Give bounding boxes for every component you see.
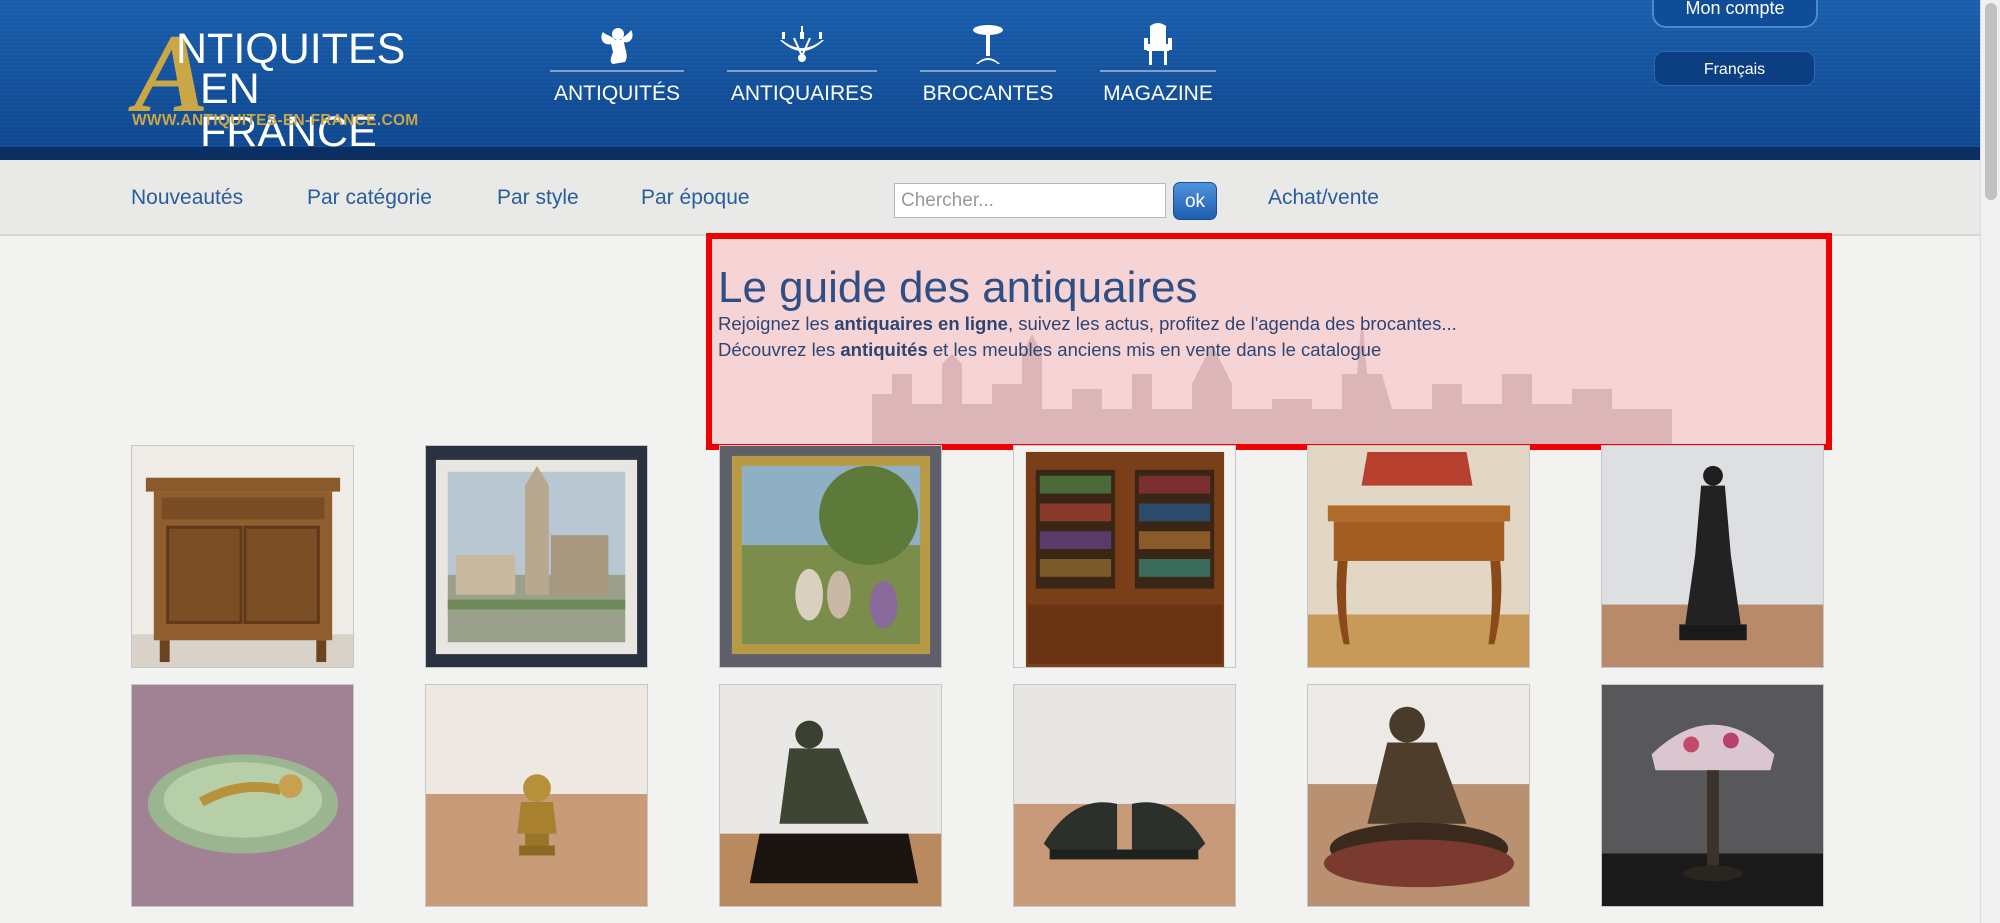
nav-antiquites[interactable]: ANTIQUITÉS [550,22,684,106]
garden-painting-image [720,446,941,667]
church-painting-image [426,446,647,667]
logo-url: WWW.ANTIQUITES-EN-FRANCE.COM [132,112,419,129]
hero-line2: Découvrez les antiquités et les meubles … [718,339,1381,361]
subnav-nouveautes[interactable]: Nouveautés [131,186,243,210]
nav-antiquaires-label: ANTIQUAIRES [730,82,874,105]
logo-line2: EN FRANCE [200,65,377,156]
product-thumb-wooden-cabinet[interactable] [131,445,354,668]
cherub-icon [601,28,633,64]
hero-line1: Rejoignez les antiquaires en ligne, suiv… [718,313,1457,335]
armchair-icon [1144,23,1172,65]
pedestal-table-icon [973,25,1003,64]
product-thumb-bronze-bust[interactable] [425,684,648,907]
hero-link-antiquites[interactable]: antiquités [840,339,927,360]
product-thumb-onyx-dish[interactable] [131,684,354,907]
product-grid [131,445,1824,923]
nav-rule [1100,70,1216,72]
subnav-par-categorie[interactable]: Par catégorie [307,186,432,210]
product-thumb-writing-desk[interactable] [1307,445,1530,668]
nav-rule [727,70,877,72]
hero-line1-text: Rejoignez les [718,313,835,334]
venus-statue-image [1602,446,1823,667]
product-thumb-seated-faun-sculpture[interactable] [719,684,942,907]
vertical-scrollbar[interactable] [1980,0,2000,923]
onyx-dish-image [132,685,353,906]
product-thumb-bird-bookends[interactable] [1013,684,1236,907]
nav-rule [550,70,684,72]
hero-link-antiquaires-en-ligne[interactable]: antiquaires en ligne [834,313,1008,334]
subnav-par-epoque[interactable]: Par époque [641,186,750,210]
nav-antiquaires[interactable]: ANTIQUAIRES [727,22,877,106]
hero-line2-text: Découvrez les [718,339,841,360]
wooden-cabinet-image [132,446,353,667]
account-button[interactable]: Mon compte [1652,0,1818,28]
nav-brocantes[interactable]: BROCANTES [920,22,1056,106]
nav-magazine[interactable]: MAGAZINE [1100,22,1216,106]
product-thumb-venus-statue[interactable] [1601,445,1824,668]
chandelier-icon [780,26,824,62]
subnav-achat-vente[interactable]: Achat/vente [1268,186,1379,210]
hero-line2-text-rest: et les meubles anciens mis en vente dans… [927,339,1382,360]
product-thumb-seated-child-sculpture[interactable] [1307,684,1530,907]
language-selector[interactable]: Français [1654,51,1815,86]
product-thumb-bookcase[interactable] [1013,445,1236,668]
search-input[interactable] [894,183,1166,218]
bookcase-image [1014,446,1235,667]
glass-lamp-image [1602,685,1823,906]
secondary-nav: Nouveautés Par catégorie Par style Par é… [0,160,1980,236]
product-thumb-church-painting[interactable] [425,445,648,668]
nav-brocantes-label: BROCANTES [922,82,1054,105]
site-logo[interactable]: A NTIQUITES EN FRANCE WWW.ANTIQUITES-EN-… [130,18,440,154]
nav-rule [920,70,1056,72]
product-thumb-garden-painting[interactable] [719,445,942,668]
hero-title: Le guide des antiquaires [718,263,1198,312]
nav-antiquites-label: ANTIQUITÉS [553,82,680,105]
subnav-par-style[interactable]: Par style [497,186,579,210]
search-submit-button[interactable]: ok [1173,182,1217,220]
seated-faun-sculpture-image [720,685,941,906]
hero-banner: Le guide des antiquaires Rejoignez les a… [706,233,1832,450]
hero-line1-text-rest: , suivez les actus, profitez de l'agenda… [1007,313,1457,334]
bronze-bust-image [426,685,647,906]
product-thumb-glass-lamp[interactable] [1601,684,1824,907]
site-header: A NTIQUITES EN FRANCE WWW.ANTIQUITES-EN-… [0,0,1980,160]
nav-magazine-label: MAGAZINE [1103,82,1213,105]
writing-desk-image [1308,446,1529,667]
bird-bookends-image [1014,685,1235,906]
scrollbar-thumb[interactable] [1985,3,1997,200]
seated-child-sculpture-image [1308,685,1529,906]
